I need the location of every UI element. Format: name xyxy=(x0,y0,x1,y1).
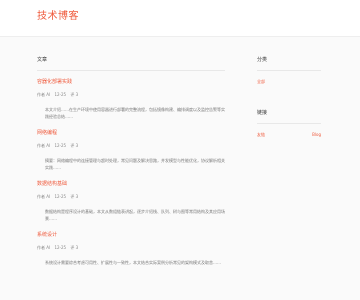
links-title: 链接 xyxy=(257,109,321,124)
site-logo-link[interactable]: 技术博客 xyxy=(37,11,79,23)
post-item: 系统设计 作者 AI 12-25 评 3 系统设计需要综合考虑可用性、扩展性与一… xyxy=(37,232,225,266)
post-date: 12-25 xyxy=(54,92,67,97)
post-author: 作者 AI xyxy=(37,194,51,199)
post-item: 网络编程 作者 AI 12-25 评 3 摘要：网络编程中的连接管理与超时处理，… xyxy=(37,130,225,171)
friend-link-extra[interactable]: Blog xyxy=(312,132,321,138)
post-item: 容器化部署实践 作者 AI 12-25 评 3 本文介绍……在生产环境中使用容器… xyxy=(37,79,225,120)
post-excerpt: 数据结构是程序设计的基础，本文从数组链表讲起，逐步介绍栈、队列、树与图等常用结构… xyxy=(45,209,225,221)
categories-title: 分类 xyxy=(257,56,321,71)
friend-link[interactable]: 友链 xyxy=(257,132,265,138)
post-excerpt: 本文介绍……在生产环境中使用容器进行部署的完整流程，包括镜像构建、编排调度以及监… xyxy=(45,107,225,119)
top-bar: 技术博客 xyxy=(0,0,360,37)
post-comments: 评 3 xyxy=(70,143,79,148)
sidebar: 分类 全部 链接 友链 Blog xyxy=(257,56,321,162)
post-date: 12-25 xyxy=(54,143,67,148)
post-author: 作者 AI xyxy=(37,143,51,148)
categories-block: 分类 全部 xyxy=(257,56,321,85)
post-excerpt: 摘要：网络编程中的连接管理与超时处理，常见问题及解决思路，并发模型与性能优化，协… xyxy=(45,158,225,170)
post-title-link[interactable]: 容器化部署实践 xyxy=(37,79,225,86)
post-title-link[interactable]: 数据结构基础 xyxy=(37,181,225,188)
post-date: 12-25 xyxy=(54,194,67,199)
post-comments: 评 3 xyxy=(70,92,79,97)
category-link[interactable]: 全部 xyxy=(257,79,321,85)
post-title-link[interactable]: 系统设计 xyxy=(37,232,225,239)
post-author: 作者 AI xyxy=(37,245,51,250)
main-content: 文章 容器化部署实践 作者 AI 12-25 评 3 本文介绍……在生产环境中使… xyxy=(37,56,225,276)
post-date: 12-25 xyxy=(54,245,67,250)
post-comments: 评 3 xyxy=(70,194,79,199)
post-item: 数据结构基础 作者 AI 12-25 评 3 数据结构是程序设计的基础，本文从数… xyxy=(37,181,225,222)
post-meta: 作者 AI 12-25 评 3 xyxy=(37,143,225,149)
post-meta: 作者 AI 12-25 评 3 xyxy=(37,92,225,98)
post-author: 作者 AI xyxy=(37,92,51,97)
post-meta: 作者 AI 12-25 评 3 xyxy=(37,194,225,200)
links-block: 链接 友链 Blog xyxy=(257,109,321,138)
post-comments: 评 3 xyxy=(70,245,79,250)
post-excerpt: 系统设计需要综合考虑可用性、扩展性与一致性，本文结合实际案例分析常见的架构模式及… xyxy=(45,260,221,265)
link-row: 友链 Blog xyxy=(257,132,321,138)
post-title-link[interactable]: 网络编程 xyxy=(37,130,225,137)
post-meta: 作者 AI 12-25 评 3 xyxy=(37,245,225,251)
articles-section-title: 文章 xyxy=(37,56,225,71)
